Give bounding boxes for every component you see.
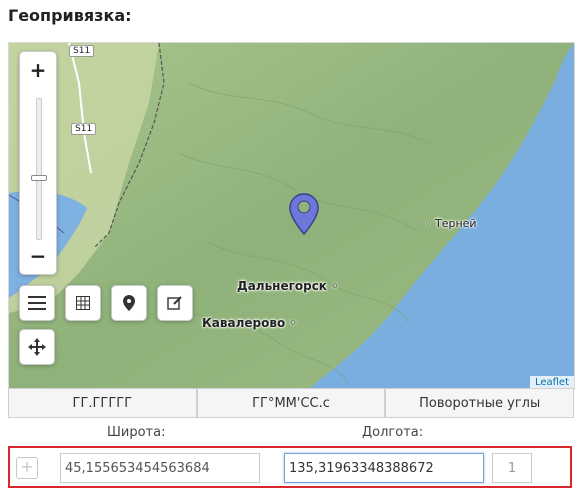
point-index-input[interactable] <box>492 453 532 483</box>
edit-icon <box>167 296 182 310</box>
map-marker-icon[interactable] <box>289 193 319 235</box>
place-kavalerovo: Кавалерово ◦ <box>202 316 298 330</box>
section-title: Геопривязка: <box>8 6 132 25</box>
zoom-in-button[interactable]: + <box>20 52 56 88</box>
place-marker-button[interactable] <box>111 285 147 321</box>
zoom-out-button[interactable]: − <box>20 238 56 274</box>
tab-dms[interactable]: ГГ°ММ'СС.с <box>196 388 386 418</box>
move-icon <box>28 338 46 356</box>
zoom-control: + − <box>19 51 57 275</box>
tab-turning-angles[interactable]: Поворотные углы <box>385 388 575 418</box>
latitude-header: Широта: <box>107 425 166 440</box>
coord-format-tabs: ГГ.ГГГГГ ГГ°ММ'СС.с Поворотные углы <box>8 388 575 418</box>
road-label-s11: S11 <box>71 123 97 135</box>
longitude-input[interactable] <box>284 453 484 483</box>
longitude-header: Долгота: <box>362 425 424 440</box>
edit-button[interactable] <box>157 285 193 321</box>
road-label-s11-top: S11 <box>69 45 95 57</box>
add-point-button[interactable]: + <box>16 457 38 479</box>
menu-icon <box>28 296 46 310</box>
pin-icon <box>123 295 135 311</box>
layers-menu-button[interactable] <box>19 285 55 321</box>
grid-button[interactable] <box>65 285 101 321</box>
place-dalnegorsk: Дальнегорск ◦ <box>237 279 339 293</box>
move-button[interactable] <box>19 329 55 365</box>
place-terney: ◦ Терней <box>425 217 477 230</box>
latitude-input[interactable] <box>60 453 260 483</box>
grid-icon <box>76 296 90 310</box>
coordinate-row: + <box>8 446 572 488</box>
zoom-slider-knob[interactable] <box>31 175 47 181</box>
zoom-slider[interactable] <box>31 98 47 240</box>
map[interactable]: S11 S11 ◦ Терней Дальнегорск ◦ Кавалеров… <box>8 42 575 390</box>
tab-decimal-degrees[interactable]: ГГ.ГГГГГ <box>8 388 197 418</box>
